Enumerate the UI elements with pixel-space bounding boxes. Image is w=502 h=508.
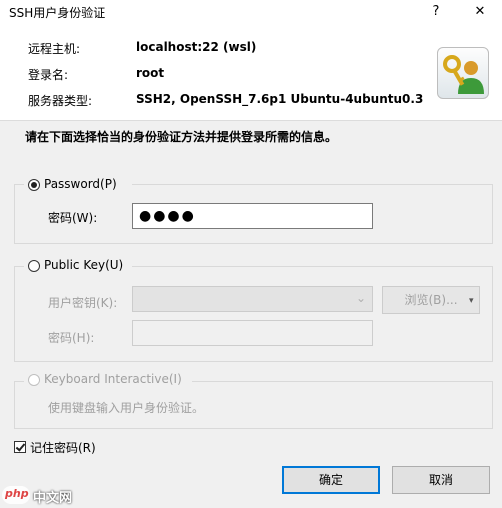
help-button[interactable]: ? [419, 0, 453, 24]
host-label: 远程主机: [28, 42, 81, 56]
watermark-text: 中文网 [33, 491, 73, 506]
host-value: localhost:22 (wsl) [136, 40, 257, 54]
password-field-label: 密码(W): [48, 211, 98, 225]
server-type-label: 服务器类型: [28, 94, 93, 108]
browse-button-label: 浏览(B)... [404, 293, 458, 307]
public-key-option-label[interactable]: Public Key(U) [44, 258, 123, 272]
password-radio[interactable] [28, 179, 40, 191]
key-passphrase-input[interactable] [132, 320, 373, 346]
remember-password-label[interactable]: 记住密码(R) [30, 439, 96, 456]
keyboard-interactive-radio[interactable] [28, 374, 40, 386]
key-passphrase-label: 密码(H): [48, 331, 95, 345]
close-button[interactable]: ✕ [463, 0, 497, 24]
instruction-text: 请在下面选择恰当的身份验证方法并提供登录所需的信息。 [25, 130, 338, 144]
keyboard-interactive-label[interactable]: Keyboard Interactive(I) [44, 372, 182, 386]
browse-button[interactable]: 浏览(B)... ▾ [382, 286, 480, 314]
user-key-select[interactable]: ⌄ [132, 286, 373, 312]
php-logo-text: php [5, 487, 29, 500]
ok-button[interactable]: 确定 [282, 466, 380, 494]
php-logo-icon: php [2, 486, 30, 504]
password-masked-value: ●●●● [139, 208, 196, 224]
public-key-radio[interactable] [28, 260, 40, 272]
server-type-value: SSH2, OpenSSH_7.6p1 Ubuntu-4ubuntu0.3 [136, 92, 424, 106]
public-key-group [14, 266, 493, 362]
dropdown-arrow-icon: ▾ [469, 296, 474, 306]
user-key-label: 用户密钥(K): [48, 296, 118, 310]
user-value: root [136, 66, 165, 80]
keyboard-interactive-description: 使用键盘输入用户身份验证。 [48, 401, 205, 415]
remember-password-checkbox[interactable] [14, 441, 26, 453]
user-label: 登录名: [28, 68, 69, 82]
password-option-label[interactable]: Password(P) [44, 177, 117, 191]
key-user-icon [437, 47, 489, 99]
cancel-button[interactable]: 取消 [392, 466, 490, 494]
window-title: SSH用户身份验证 [9, 6, 106, 20]
password-input[interactable]: ●●●● [132, 203, 373, 229]
chevron-down-icon: ⌄ [356, 291, 367, 305]
